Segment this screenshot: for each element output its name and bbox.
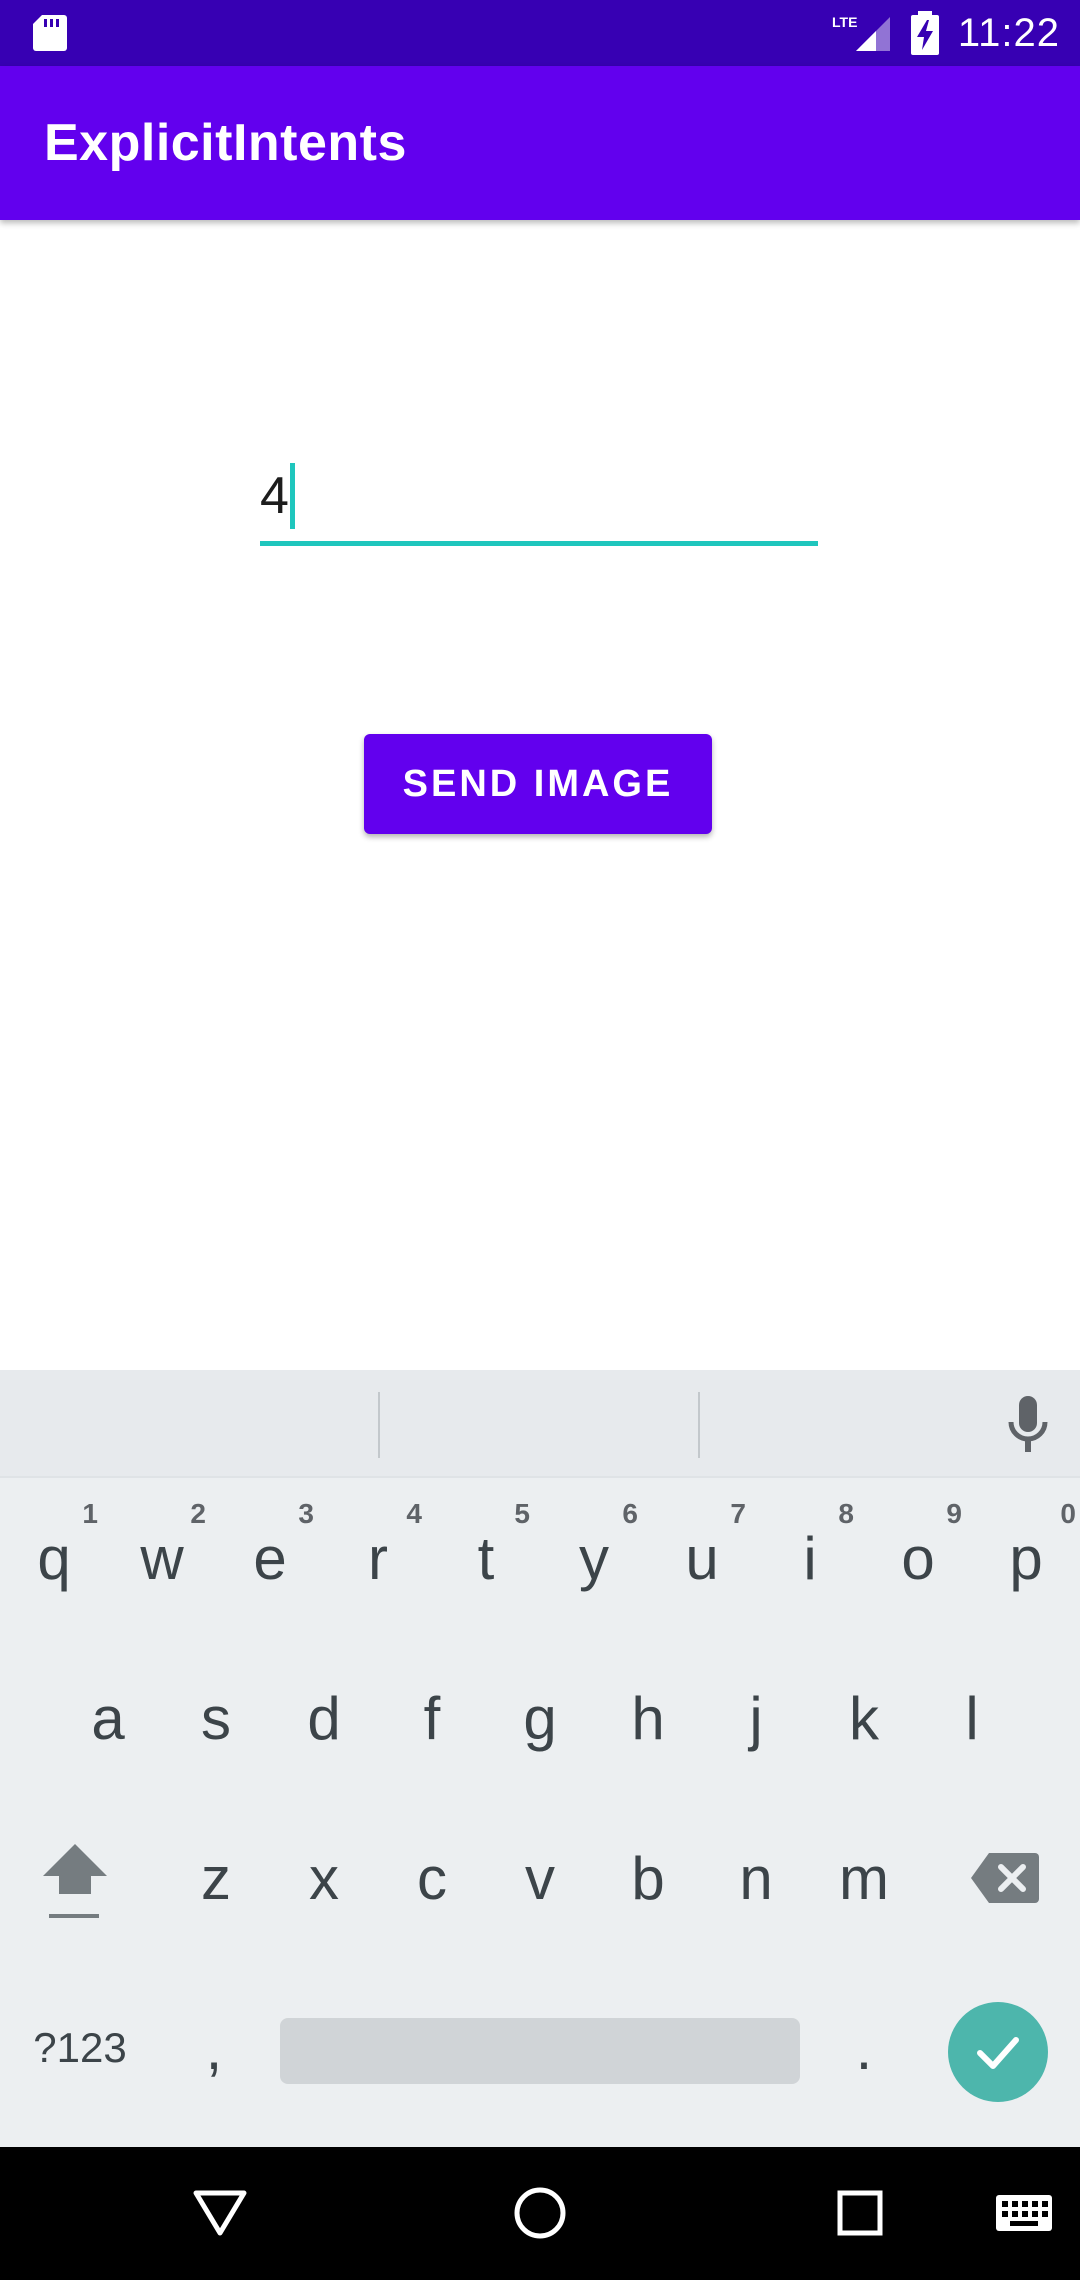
- recents-icon[interactable]: [824, 2177, 896, 2249]
- key-g[interactable]: g: [486, 1638, 594, 1798]
- send-image-button[interactable]: SEND IMAGE: [364, 734, 712, 834]
- checkmark-icon: [977, 2037, 1019, 2069]
- key-b[interactable]: b: [594, 1798, 702, 1958]
- key-hint: 7: [730, 1498, 746, 1529]
- key-z[interactable]: z: [162, 1798, 270, 1958]
- key-s[interactable]: s: [162, 1638, 270, 1798]
- key-f[interactable]: f: [378, 1638, 486, 1798]
- key-hint: 3: [298, 1498, 314, 1529]
- lte-signal-icon: LTE: [832, 11, 894, 55]
- key-e[interactable]: e3: [216, 1478, 324, 1638]
- key-d[interactable]: d: [270, 1638, 378, 1798]
- space-bar[interactable]: [280, 2018, 800, 2084]
- key-hint: 8: [838, 1498, 854, 1529]
- number-input[interactable]: 4: [260, 456, 818, 546]
- key-row-1: q1 w2 e3 r4 t5 y6 u7 i8 o9 p0: [0, 1478, 1080, 1638]
- key-i[interactable]: i8: [756, 1478, 864, 1638]
- backspace-icon: [971, 1853, 1039, 1903]
- app-title: ExplicitIntents: [44, 114, 407, 172]
- navigation-bar: [0, 2147, 1080, 2280]
- key-row-3: z x c v b n m: [0, 1798, 1080, 1968]
- period-key[interactable]: .: [810, 1968, 918, 2128]
- key-a[interactable]: a: [54, 1638, 162, 1798]
- key-row-4: ?123 , .: [0, 1968, 1080, 2138]
- key-n[interactable]: n: [702, 1798, 810, 1958]
- key-hint: 1: [82, 1498, 98, 1529]
- key-o[interactable]: o9: [864, 1478, 972, 1638]
- key-t[interactable]: t5: [432, 1478, 540, 1638]
- key-hint: 5: [514, 1498, 530, 1529]
- backspace-key[interactable]: [930, 1798, 1080, 1958]
- key-q[interactable]: q1: [0, 1478, 108, 1638]
- number-input-value-wrap[interactable]: 4: [260, 456, 295, 536]
- suggestion-divider: [698, 1392, 700, 1458]
- number-input-value: 4: [260, 467, 289, 525]
- key-label: t: [477, 1524, 495, 1592]
- symbols-key[interactable]: ?123: [0, 1968, 160, 2128]
- key-w[interactable]: w2: [108, 1478, 216, 1638]
- key-label: o: [901, 1524, 935, 1592]
- key-hint: 6: [622, 1498, 638, 1529]
- back-icon[interactable]: [184, 2177, 256, 2249]
- soft-keyboard: q1 w2 e3 r4 t5 y6 u7 i8 o9 p0 a s d f g …: [0, 1370, 1080, 2147]
- key-u[interactable]: u7: [648, 1478, 756, 1638]
- suggestion-divider: [378, 1392, 380, 1458]
- status-bar: LTE 11:22: [0, 0, 1080, 66]
- key-l[interactable]: l: [918, 1638, 1026, 1798]
- suggestion-strip: [0, 1370, 1080, 1478]
- key-j[interactable]: j: [702, 1638, 810, 1798]
- home-icon[interactable]: [504, 2177, 576, 2249]
- network-label: LTE: [832, 14, 857, 30]
- status-clock: 11:22: [957, 10, 1060, 55]
- key-label: w: [140, 1524, 184, 1592]
- key-p[interactable]: p0: [972, 1478, 1080, 1638]
- key-label: u: [685, 1524, 719, 1592]
- input-underline: [260, 541, 818, 546]
- key-label: e: [253, 1524, 287, 1592]
- key-hint: 0: [1060, 1498, 1076, 1529]
- key-y[interactable]: y6: [540, 1478, 648, 1638]
- key-h[interactable]: h: [594, 1638, 702, 1798]
- microphone-icon[interactable]: [1000, 1392, 1056, 1458]
- enter-key[interactable]: [948, 2002, 1048, 2102]
- key-r[interactable]: r4: [324, 1478, 432, 1638]
- shift-icon: [43, 1844, 107, 1918]
- key-c[interactable]: c: [378, 1798, 486, 1958]
- keyboard-switch-icon[interactable]: [988, 2177, 1060, 2249]
- key-v[interactable]: v: [486, 1798, 594, 1958]
- sd-card-icon: [33, 15, 67, 51]
- key-label: q: [37, 1524, 71, 1592]
- battery-charging-icon: [910, 11, 939, 55]
- key-hint: 2: [190, 1498, 206, 1529]
- comma-key[interactable]: ,: [160, 1968, 268, 2128]
- app-bar: ExplicitIntents: [0, 66, 1080, 220]
- key-k[interactable]: k: [810, 1638, 918, 1798]
- key-m[interactable]: m: [810, 1798, 918, 1958]
- key-label: i: [803, 1524, 817, 1592]
- text-cursor: [289, 463, 295, 529]
- key-hint: 9: [946, 1498, 962, 1529]
- shift-key[interactable]: [0, 1798, 150, 1958]
- key-x[interactable]: x: [270, 1798, 378, 1958]
- key-hint: 4: [406, 1498, 422, 1529]
- key-label: p: [1009, 1524, 1043, 1592]
- key-label: r: [368, 1524, 388, 1592]
- key-label: y: [579, 1524, 609, 1592]
- main-content: 4 SEND IMAGE: [0, 220, 1080, 1370]
- key-row-2: a s d f g h j k l: [0, 1638, 1080, 1798]
